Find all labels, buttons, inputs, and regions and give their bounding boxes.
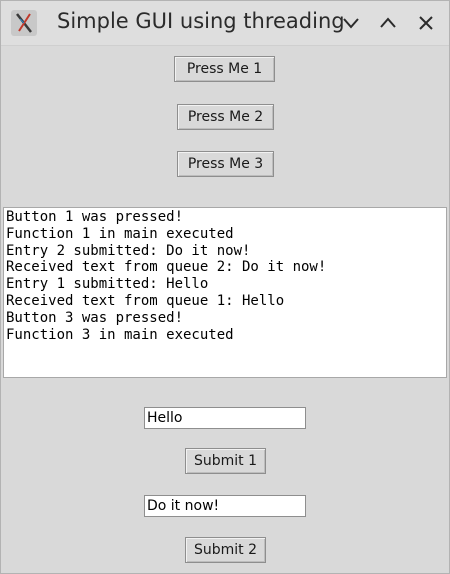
close-icon[interactable]: [415, 12, 437, 34]
log-line: Function 1 in main executed: [6, 225, 234, 242]
output-log-textbox[interactable]: Button 1 was pressed! Function 1 in main …: [3, 207, 447, 378]
submit-1-button[interactable]: Submit 1: [185, 448, 266, 474]
log-line: Entry 2 submitted: Do it now!: [6, 242, 251, 259]
entry-2-field[interactable]: [144, 495, 306, 517]
log-line: Entry 1 submitted: Hello: [6, 276, 209, 293]
x-app-icon: [11, 10, 37, 36]
log-line: Function 3 in main executed: [6, 326, 234, 343]
log-line: Button 3 was pressed!: [6, 309, 184, 326]
log-line: Button 1 was pressed!: [6, 209, 184, 225]
log-line: Received text from queue 1: Hello: [6, 292, 285, 309]
press-me-3-button[interactable]: Press Me 3: [177, 151, 274, 177]
log-line: Received text from queue 2: Do it now!: [6, 259, 327, 276]
app-window: Simple GUI using threading Press Me 1 Pr…: [0, 0, 450, 574]
press-me-2-button[interactable]: Press Me 2: [177, 104, 274, 130]
submit-2-button[interactable]: Submit 2: [185, 537, 266, 563]
title-bar[interactable]: Simple GUI using threading: [1, 1, 449, 46]
press-me-1-button[interactable]: Press Me 1: [174, 56, 275, 82]
window-title: Simple GUI using threading: [57, 9, 345, 33]
chevron-up-icon[interactable]: [377, 12, 399, 34]
entry-1-field[interactable]: [144, 407, 306, 429]
chevron-down-icon[interactable]: [340, 12, 362, 34]
